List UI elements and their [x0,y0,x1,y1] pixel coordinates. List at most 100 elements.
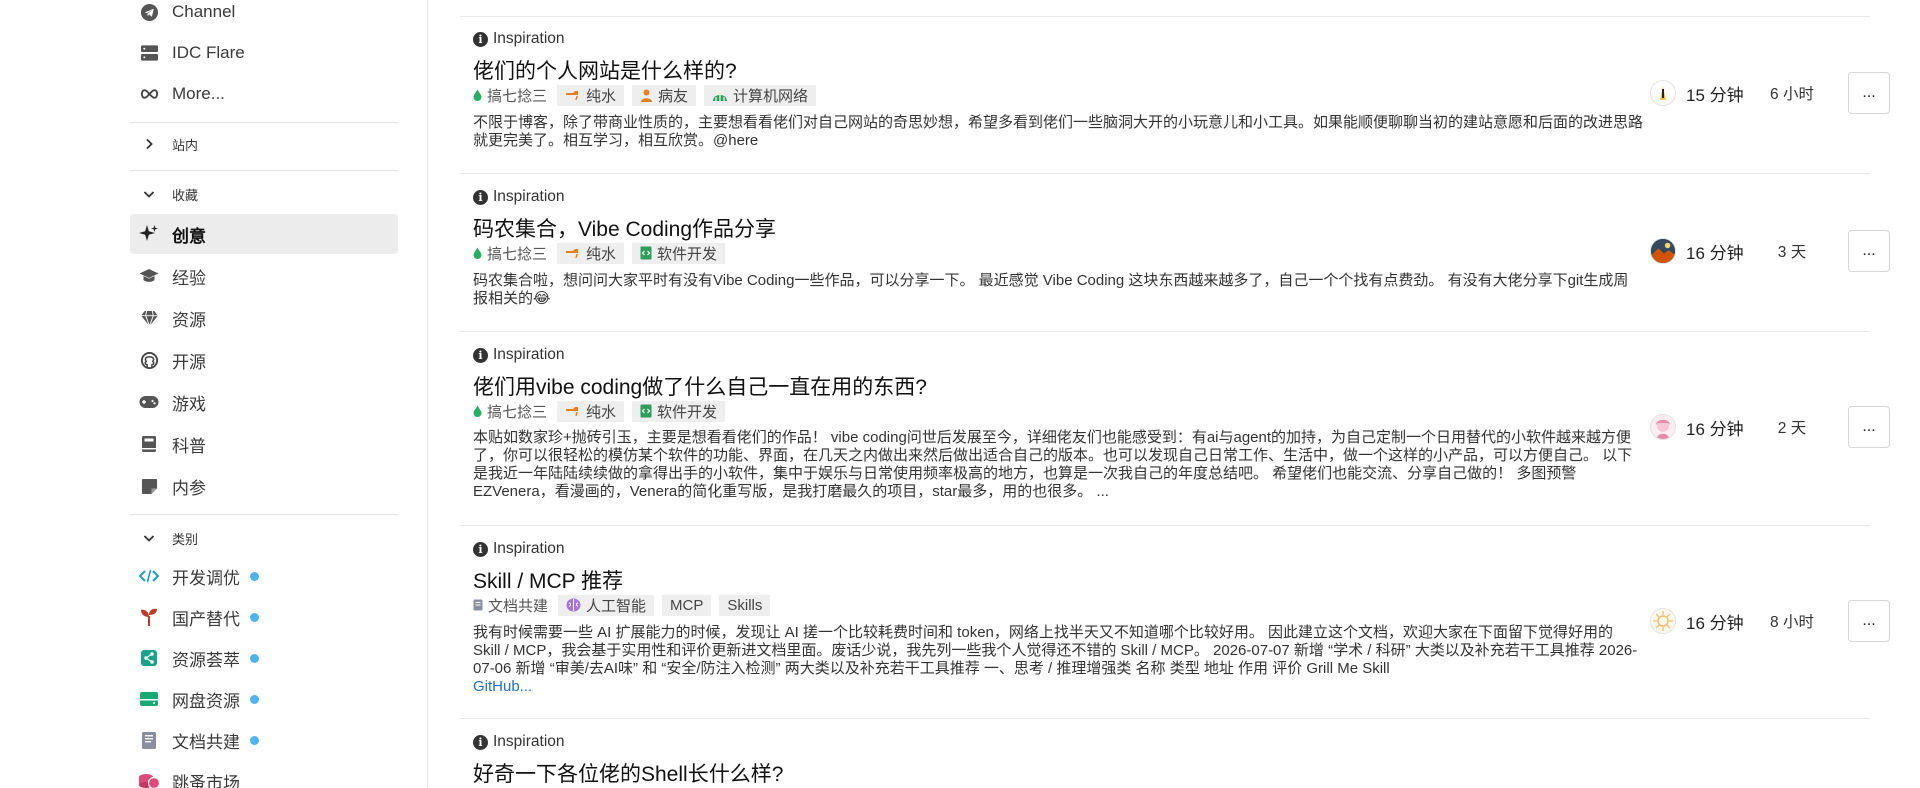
sidebar-category-label: 跳蚤市场 [172,773,240,788]
sidebar-category-domestic[interactable]: 国产替代 [130,597,398,637]
tag[interactable]: 病友 [632,84,697,106]
section-toggle-site[interactable]: 站内 [130,126,398,162]
read-more-link[interactable]: GitHub... [473,678,532,695]
last-activity[interactable]: 3 天 [1762,240,1822,262]
category-label: Inspiration [493,30,565,47]
brain-icon [566,598,581,612]
section-label: 站内 [172,137,199,153]
subcategory[interactable]: 搞七捻三 [473,401,547,422]
tag[interactable]: 软件开发 [632,242,726,264]
sidebar-link-label: Channel [172,2,236,21]
topic-excerpt: 我有时候需要一些 AI 扩展能力的时候，发现让 AI 搓一个比较耗费时间和 to… [473,624,1643,696]
tag-label: 病友 [658,87,689,105]
topic-row[interactable]: i Inspiration 佬们用vibe coding做了什么自己一直在用的东… [460,333,1890,526]
tag[interactable]: 人工智能 [558,594,655,616]
hard-drive-icon [138,688,160,710]
document-icon [138,729,160,751]
excerpt-text: 本贴如数家珍+抛砖引玉，主要是想看看佬们的作品！ vibe coding问世后发… [473,429,1633,500]
sidebar-item-resources[interactable]: 资源 [130,298,398,338]
sidebar-category-docs[interactable]: 文档共建 [130,720,398,760]
tag-label: MCP [670,596,704,614]
sidebar-item-label: 资源 [172,310,206,330]
tag[interactable]: Skills [719,594,771,616]
drop-icon [473,247,482,259]
topic-category[interactable]: i Inspiration [473,733,565,751]
sidebar-item-label: 游戏 [172,394,206,414]
topic-tags: 文档共建 人工智能 MCP Skills [473,594,778,616]
unread-dot [250,694,259,704]
sidebar-category-dev[interactable]: 开发调优 [130,556,398,596]
tag[interactable]: MCP [662,594,712,616]
last-activity[interactable]: 8 小时 [1762,610,1822,632]
tag[interactable]: 软件开发 [632,400,726,422]
book-icon [138,433,160,455]
sidebar-category-market[interactable]: 跳蚤市场 [130,761,398,788]
topic-row[interactable]: i Inspiration 佬们的个人网站是什么样的? 搞七捻三 纯水 病友 计… [460,17,1890,174]
last-activity[interactable]: 2 天 [1762,416,1822,438]
tag[interactable]: 纯水 [557,400,625,422]
topic-title[interactable]: 佬们用vibe coding做了什么自己一直在用的东西? [473,371,927,401]
topic-category[interactable]: i Inspiration [473,540,565,558]
section-toggle-favorites[interactable]: 收藏 [130,176,398,212]
subcategory[interactable]: 搞七捻三 [473,85,547,106]
subcategory[interactable]: 搞七捻三 [473,243,547,264]
topic-category[interactable]: i Inspiration [473,30,565,48]
section-toggle-categories[interactable]: 类别 [130,520,398,556]
sidebar-link-more[interactable]: More... [130,74,398,114]
tag[interactable]: 计算机网络 [704,84,817,106]
avatar[interactable] [1650,608,1676,634]
sidebar-item-experience[interactable]: 经验 [130,256,398,296]
sidebar-category-label: 开发调优 [172,568,240,588]
sidebar-link-label: More... [172,84,225,103]
info-icon: i [473,347,488,363]
sidebar-item-insider[interactable]: 内参 [130,466,398,506]
sidebar-category-label: 文档共建 [172,732,240,752]
sidebar-link-channel[interactable]: Channel [130,0,398,32]
topic-menu-button[interactable]: ... [1848,600,1890,642]
topic-menu-button[interactable]: ... [1848,72,1890,114]
chevron-right-icon [138,138,160,150]
code-file-icon [640,246,652,260]
topic-row[interactable]: i Inspiration 好奇一下各位佬的Shell长什么样? [460,720,1870,788]
avatar[interactable] [1650,80,1676,106]
tag-label: 人工智能 [586,597,647,615]
topic-menu-button[interactable]: ... [1848,406,1890,448]
infinity-icon [138,83,160,105]
topic-row[interactable]: i Inspiration Skill / MCP 推荐 文档共建 人工智能 M… [460,527,1890,719]
subcategory[interactable]: 文档共建 [473,595,548,616]
sidebar-item-science[interactable]: 科普 [130,424,398,464]
topic-excerpt: 码农集合啦，想问问大家平时有没有Vibe Coding一些作品，可以分享一下。 … [473,272,1643,308]
avatar[interactable] [1650,238,1676,264]
topic-category[interactable]: i Inspiration [473,188,565,206]
graduation-cap-icon [138,265,160,287]
info-icon: i [473,31,488,47]
person-icon [640,89,653,102]
topic-title[interactable]: Skill / MCP 推荐 [473,565,623,595]
code-icon [138,565,160,587]
read-time: 15 分钟 [1686,85,1744,105]
topic-title[interactable]: 好奇一下各位佬的Shell长什么样? [473,758,783,788]
avatar[interactable] [1650,414,1676,440]
topic-title[interactable]: 码农集合，Vibe Coding作品分享 [473,213,776,243]
unread-dot [250,571,259,581]
info-icon: i [473,541,488,557]
subcategory-label: 搞七捻三 [487,87,548,105]
sidebar-link-idc-flare[interactable]: IDC Flare [130,33,398,73]
topic-tags: 搞七捻三 纯水 软件开发 [473,400,733,422]
last-activity[interactable]: 6 小时 [1762,82,1822,104]
topic-row[interactable]: i Inspiration 码农集合，Vibe Coding作品分享 搞七捻三 … [460,175,1890,332]
sidebar-item-games[interactable]: 游戏 [130,382,398,422]
topic-menu-button[interactable]: ... [1848,230,1890,272]
sidebar-item-creative[interactable]: 创意 [130,214,398,254]
sidebar-category-collection[interactable]: 资源荟萃 [130,638,398,678]
topic-title[interactable]: 佬们的个人网站是什么样的? [473,55,737,85]
drop-icon [473,405,482,417]
share-icon [138,647,160,669]
topic-category[interactable]: i Inspiration [473,346,565,364]
tag[interactable]: 纯水 [557,242,625,264]
sidebar-category-netdisk[interactable]: 网盘资源 [130,679,398,719]
topic-tags: 搞七捻三 纯水 软件开发 [473,242,733,264]
tag[interactable]: 纯水 [557,84,625,106]
sidebar-item-opensource[interactable]: 开源 [130,340,398,380]
gamepad-icon [138,391,160,413]
